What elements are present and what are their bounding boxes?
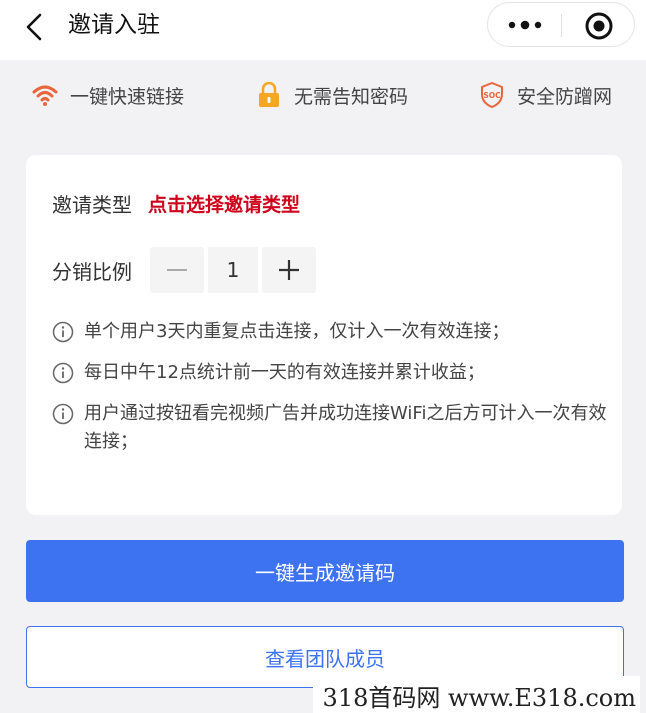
info-icon	[52, 362, 74, 384]
note-text: 每日中午12点统计前一天的有效连接并累计收益；	[84, 362, 485, 383]
more-dots-icon	[508, 20, 542, 30]
top-nav-bar: 邀请入驻	[0, 0, 646, 60]
increment-button[interactable]	[262, 247, 316, 293]
ratio-label: 分销比例	[52, 259, 132, 284]
minus-icon	[167, 269, 187, 271]
feature-label: 一键快速链接	[70, 85, 185, 108]
feature-anti-leech: SOC 安全防蹭网	[479, 80, 612, 110]
invite-type-row: 邀请类型 点击选择邀请类型	[52, 188, 300, 218]
ratio-stepper: 1	[150, 247, 316, 293]
invite-type-selector[interactable]: 点击选择邀请类型	[148, 190, 300, 217]
invite-type-label: 邀请类型	[52, 192, 132, 217]
soc-shield-icon: SOC	[481, 82, 503, 108]
generate-invite-code-button[interactable]: 一键生成邀请码	[26, 540, 624, 602]
rules-notes: 单个用户3天内重复点击连接，仅计入一次有效连接； 每日中午12点统计前一天的有效…	[52, 318, 608, 469]
chevron-left-icon	[26, 13, 42, 41]
plus-icon	[279, 260, 299, 280]
info-icon	[52, 403, 74, 425]
ratio-row: 分销比例 1	[52, 247, 316, 293]
svg-text:SOC: SOC	[483, 91, 501, 100]
target-close-icon	[585, 12, 613, 40]
feature-strip: 一键快速链接 无需告知密码 SOC 安全防蹭网	[0, 62, 646, 128]
back-button[interactable]	[20, 12, 50, 42]
ratio-value[interactable]: 1	[206, 247, 260, 293]
feature-label: 安全防蹭网	[517, 85, 613, 108]
feature-no-password: 无需告知密码	[256, 80, 408, 110]
lock-icon	[259, 82, 279, 107]
note-text: 单个用户3天内重复点击连接，仅计入一次有效连接；	[84, 321, 510, 342]
feature-label: 无需告知密码	[294, 85, 409, 108]
info-icon	[52, 321, 74, 343]
mini-program-capsule	[487, 2, 635, 47]
invite-form-card: 邀请类型 点击选择邀请类型 分销比例 1 单个用户3天内重复点击连接，仅计入一次…	[26, 155, 622, 515]
capsule-divider	[561, 14, 562, 37]
watermark: 318首码网 www.E318.com	[312, 676, 640, 713]
decrement-button[interactable]	[150, 247, 204, 293]
page-title: 邀请入驻	[68, 12, 160, 38]
list-item: 每日中午12点统计前一天的有效连接并累计收益；	[52, 359, 608, 387]
note-text: 用户通过按钮看完视频广告并成功连接WiFi之后方可计入一次有效连接；	[84, 403, 607, 452]
list-item: 用户通过按钮看完视频广告并成功连接WiFi之后方可计入一次有效连接；	[52, 400, 608, 456]
wifi-icon	[32, 85, 58, 106]
close-mini-program-button[interactable]	[584, 11, 614, 41]
feature-quick-link: 一键快速链接	[32, 80, 184, 110]
list-item: 单个用户3天内重复点击连接，仅计入一次有效连接；	[52, 318, 608, 346]
more-button[interactable]	[506, 13, 544, 37]
